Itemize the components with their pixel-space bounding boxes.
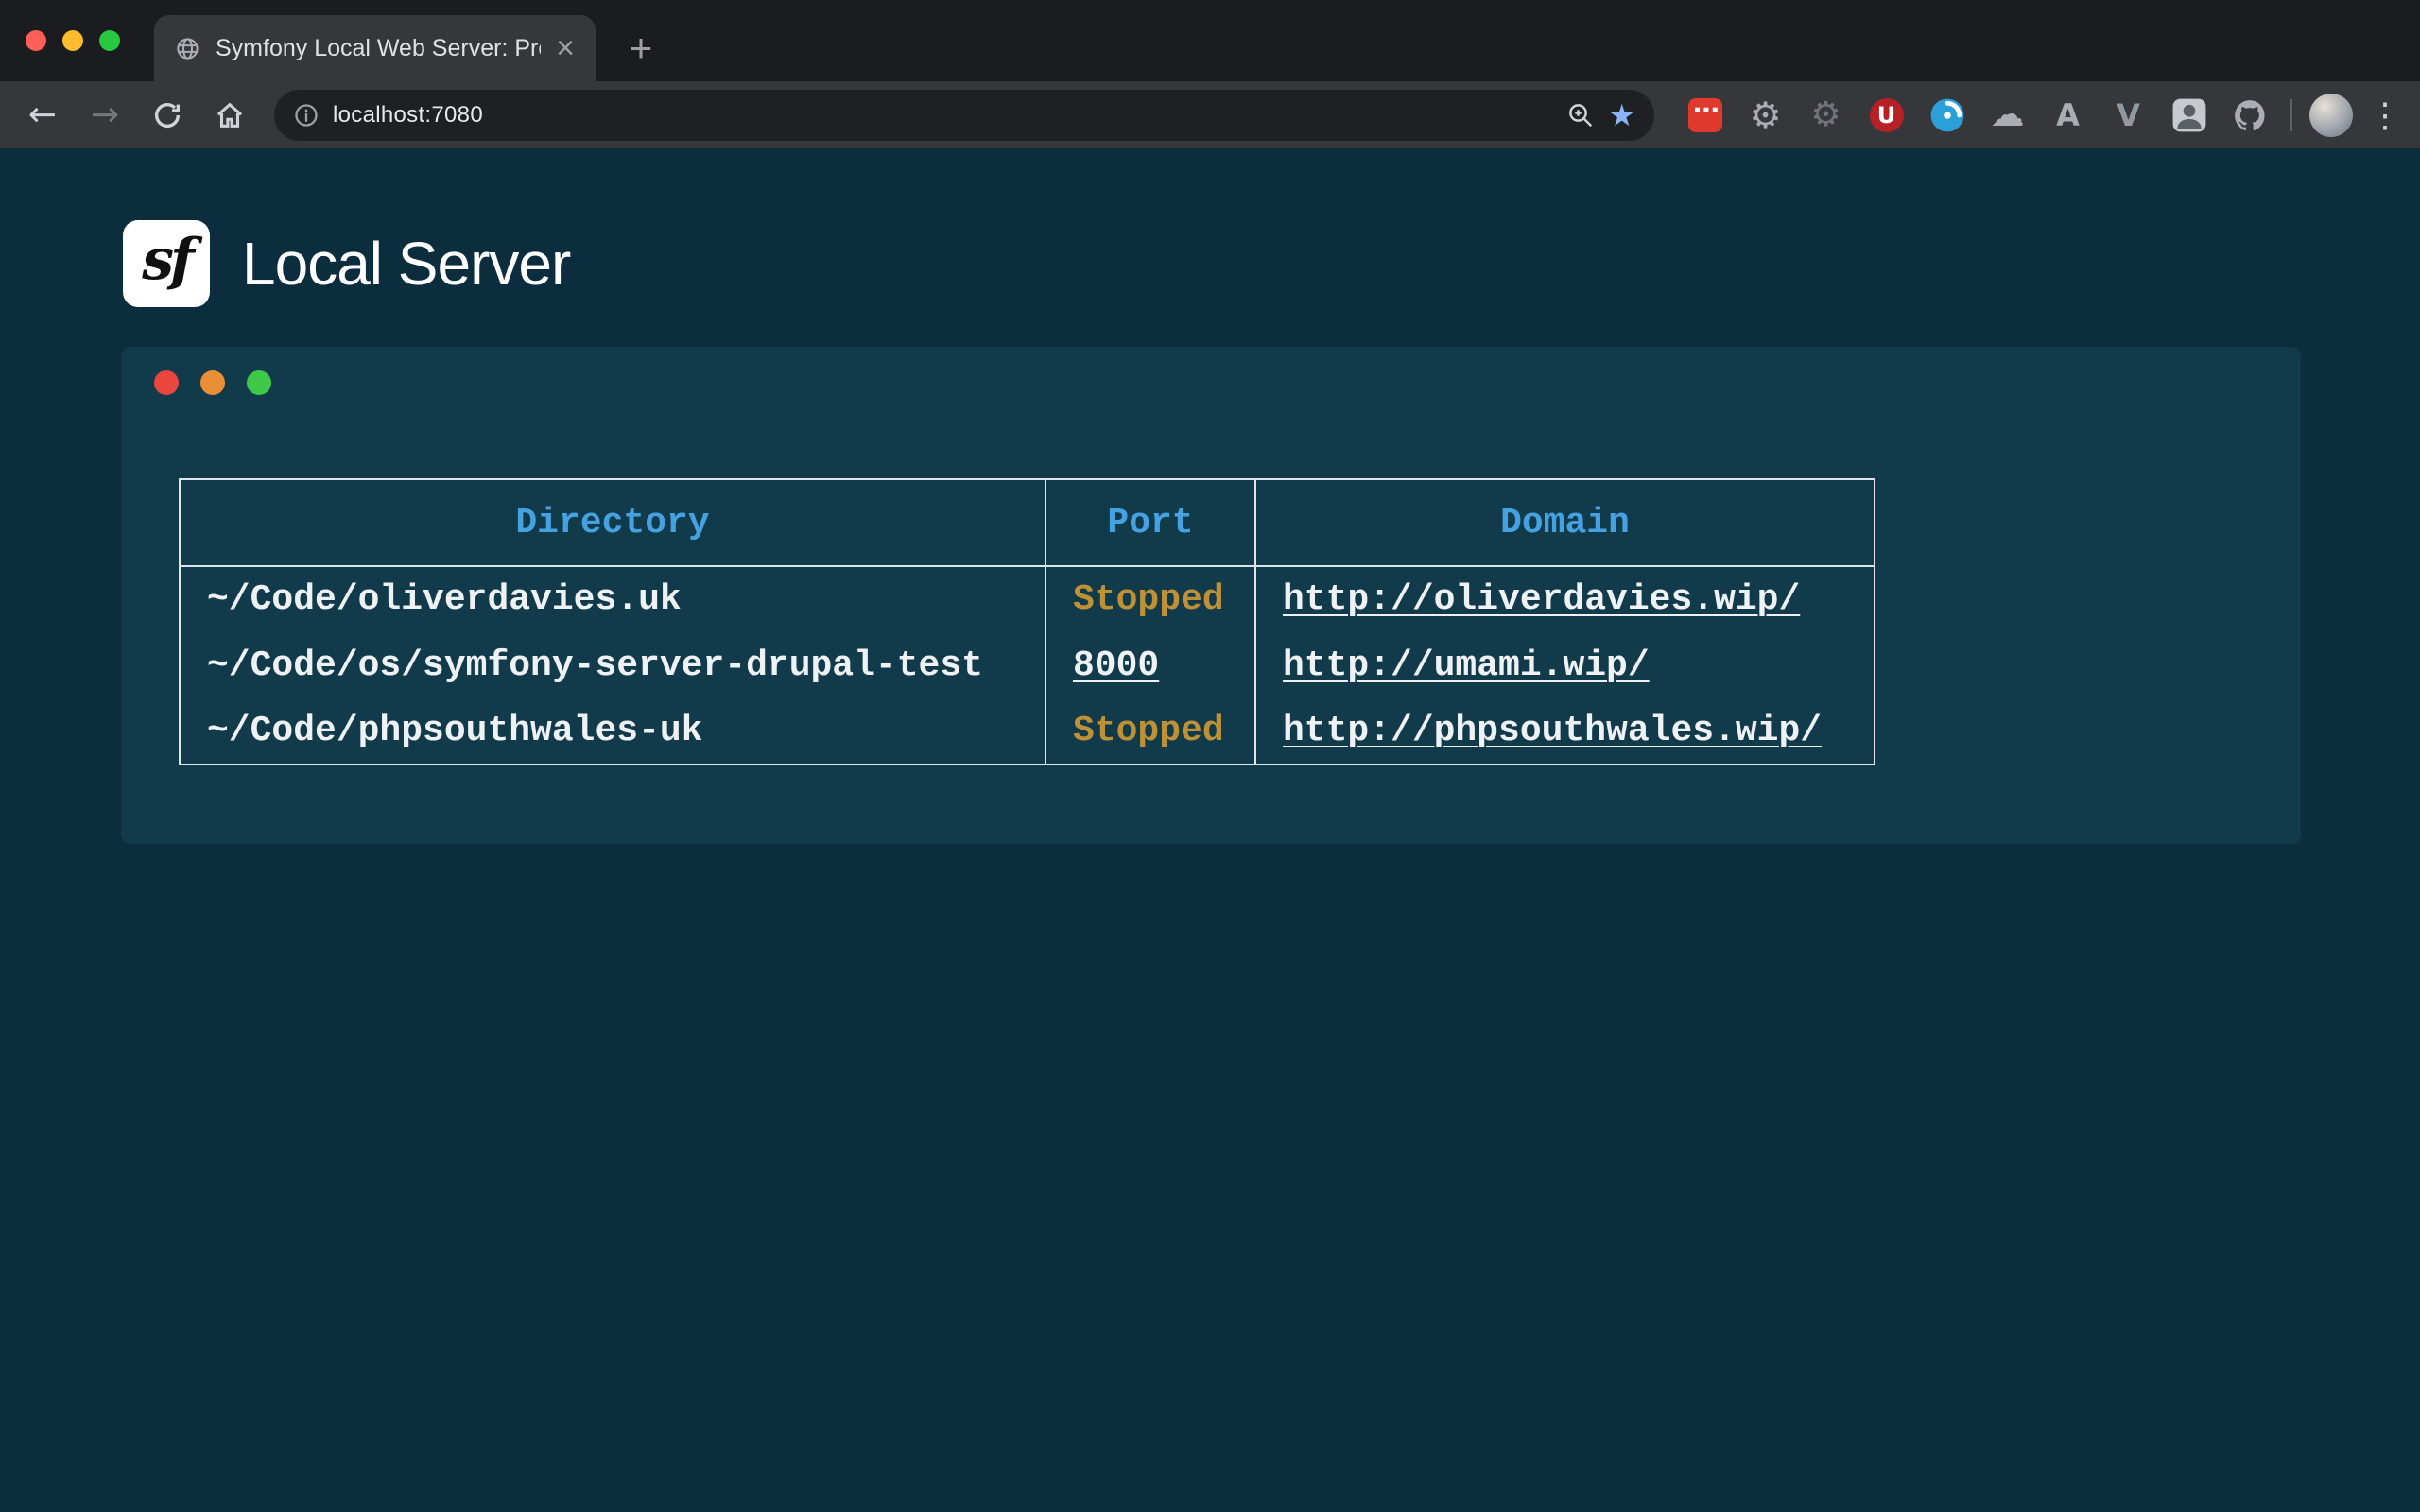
back-button[interactable]: ←: [15, 88, 70, 143]
servers-table: Directory Port Domain ~/Code/oliverdavie…: [179, 478, 1876, 765]
reload-icon: [151, 99, 183, 131]
domain-cell: http://oliverdavies.wip/: [1255, 566, 1875, 632]
bookmark-star-icon[interactable]: ★: [1608, 97, 1635, 133]
home-button[interactable]: [202, 88, 257, 143]
table-row: ~/Code/oliverdavies.uk Stopped http://ol…: [180, 566, 1875, 632]
table-header-row: Directory Port Domain: [180, 479, 1875, 566]
domain-link[interactable]: http://umami.wip/: [1283, 645, 1650, 686]
symfony-logo-icon: sf: [123, 220, 210, 307]
extension-ublock-icon[interactable]: U: [1866, 94, 1907, 135]
url-text[interactable]: localhost:7080: [333, 102, 1553, 129]
extension-gear-dark-icon[interactable]: ⚙: [1806, 94, 1846, 135]
zoom-window-button[interactable]: [99, 30, 120, 51]
domain-link[interactable]: http://phpsouthwales.wip/: [1283, 711, 1822, 751]
panel-dot-red-icon: [154, 370, 179, 395]
table-row: ~/Code/os/symfony-server-drupal-test 800…: [180, 632, 1875, 698]
column-header-port: Port: [1046, 479, 1255, 566]
port-link[interactable]: 8000: [1073, 645, 1159, 686]
extension-github-icon[interactable]: [2229, 94, 2270, 135]
browser-window: Symfony Local Web Server: Prox × + ← →: [0, 0, 2420, 1512]
profile-avatar[interactable]: [2309, 94, 2353, 137]
extension-letter-a-icon[interactable]: A: [2048, 94, 2088, 135]
table-row: ~/Code/phpsouthwales-uk Stopped http://p…: [180, 698, 1875, 765]
directory-cell: ~/Code/oliverdavies.uk: [180, 566, 1046, 632]
extension-person-icon[interactable]: [2169, 94, 2209, 135]
browser-menu-icon[interactable]: ⋮: [2364, 95, 2406, 135]
column-header-domain: Domain: [1255, 479, 1875, 566]
directory-cell: ~/Code/phpsouthwales-uk: [180, 698, 1046, 765]
panel-dot-orange-icon: [200, 370, 225, 395]
panel-window-dots: [154, 370, 271, 395]
extension-cloud-icon[interactable]: ☁: [1987, 94, 2028, 135]
address-bar[interactable]: localhost:7080 ★: [274, 90, 1654, 141]
close-window-button[interactable]: [26, 30, 46, 51]
extension-letter-v-icon[interactable]: V: [2108, 94, 2149, 135]
info-icon[interactable]: [293, 102, 320, 129]
globe-favicon-icon: [175, 36, 200, 61]
zoom-icon[interactable]: [1566, 101, 1595, 129]
forward-button[interactable]: →: [78, 88, 132, 143]
extension-blue-dial-icon[interactable]: [1927, 94, 1967, 135]
port-cell: 8000: [1046, 632, 1255, 698]
page-title: Local Server: [242, 229, 570, 299]
port-status: Stopped: [1046, 566, 1255, 632]
toolbar-separator: [2290, 99, 2292, 131]
browser-toolbar: ← → localhost:7080 ★: [0, 81, 2420, 148]
minimize-window-button[interactable]: [62, 30, 83, 51]
port-status: Stopped: [1046, 698, 1255, 765]
extensions-bar: ⋯ ⚙ ⚙ U ☁ A V: [1685, 94, 2270, 135]
page-content: sf Local Server Directory Port: [0, 148, 2420, 1512]
column-header-directory: Directory: [180, 479, 1046, 566]
reload-button[interactable]: [140, 88, 195, 143]
domain-cell: http://phpsouthwales.wip/: [1255, 698, 1875, 765]
panel-dot-green-icon: [247, 370, 271, 395]
new-tab-button[interactable]: +: [616, 24, 666, 73]
extension-red-dots-icon[interactable]: ⋯: [1685, 94, 1725, 135]
home-icon: [214, 99, 246, 131]
domain-link[interactable]: http://oliverdavies.wip/: [1283, 579, 1800, 620]
window-controls: [26, 30, 120, 51]
brand-header: sf Local Server: [123, 220, 570, 307]
tab-title: Symfony Local Web Server: Prox: [216, 35, 541, 62]
tab-close-icon[interactable]: ×: [556, 32, 575, 64]
directory-cell: ~/Code/os/symfony-server-drupal-test: [180, 632, 1046, 698]
server-panel: Directory Port Domain ~/Code/oliverdavie…: [121, 347, 2301, 844]
tab-strip: Symfony Local Web Server: Prox × +: [0, 0, 2420, 81]
extension-gear-light-icon[interactable]: ⚙: [1745, 94, 1786, 135]
domain-cell: http://umami.wip/: [1255, 632, 1875, 698]
browser-tab[interactable]: Symfony Local Web Server: Prox ×: [154, 15, 596, 81]
